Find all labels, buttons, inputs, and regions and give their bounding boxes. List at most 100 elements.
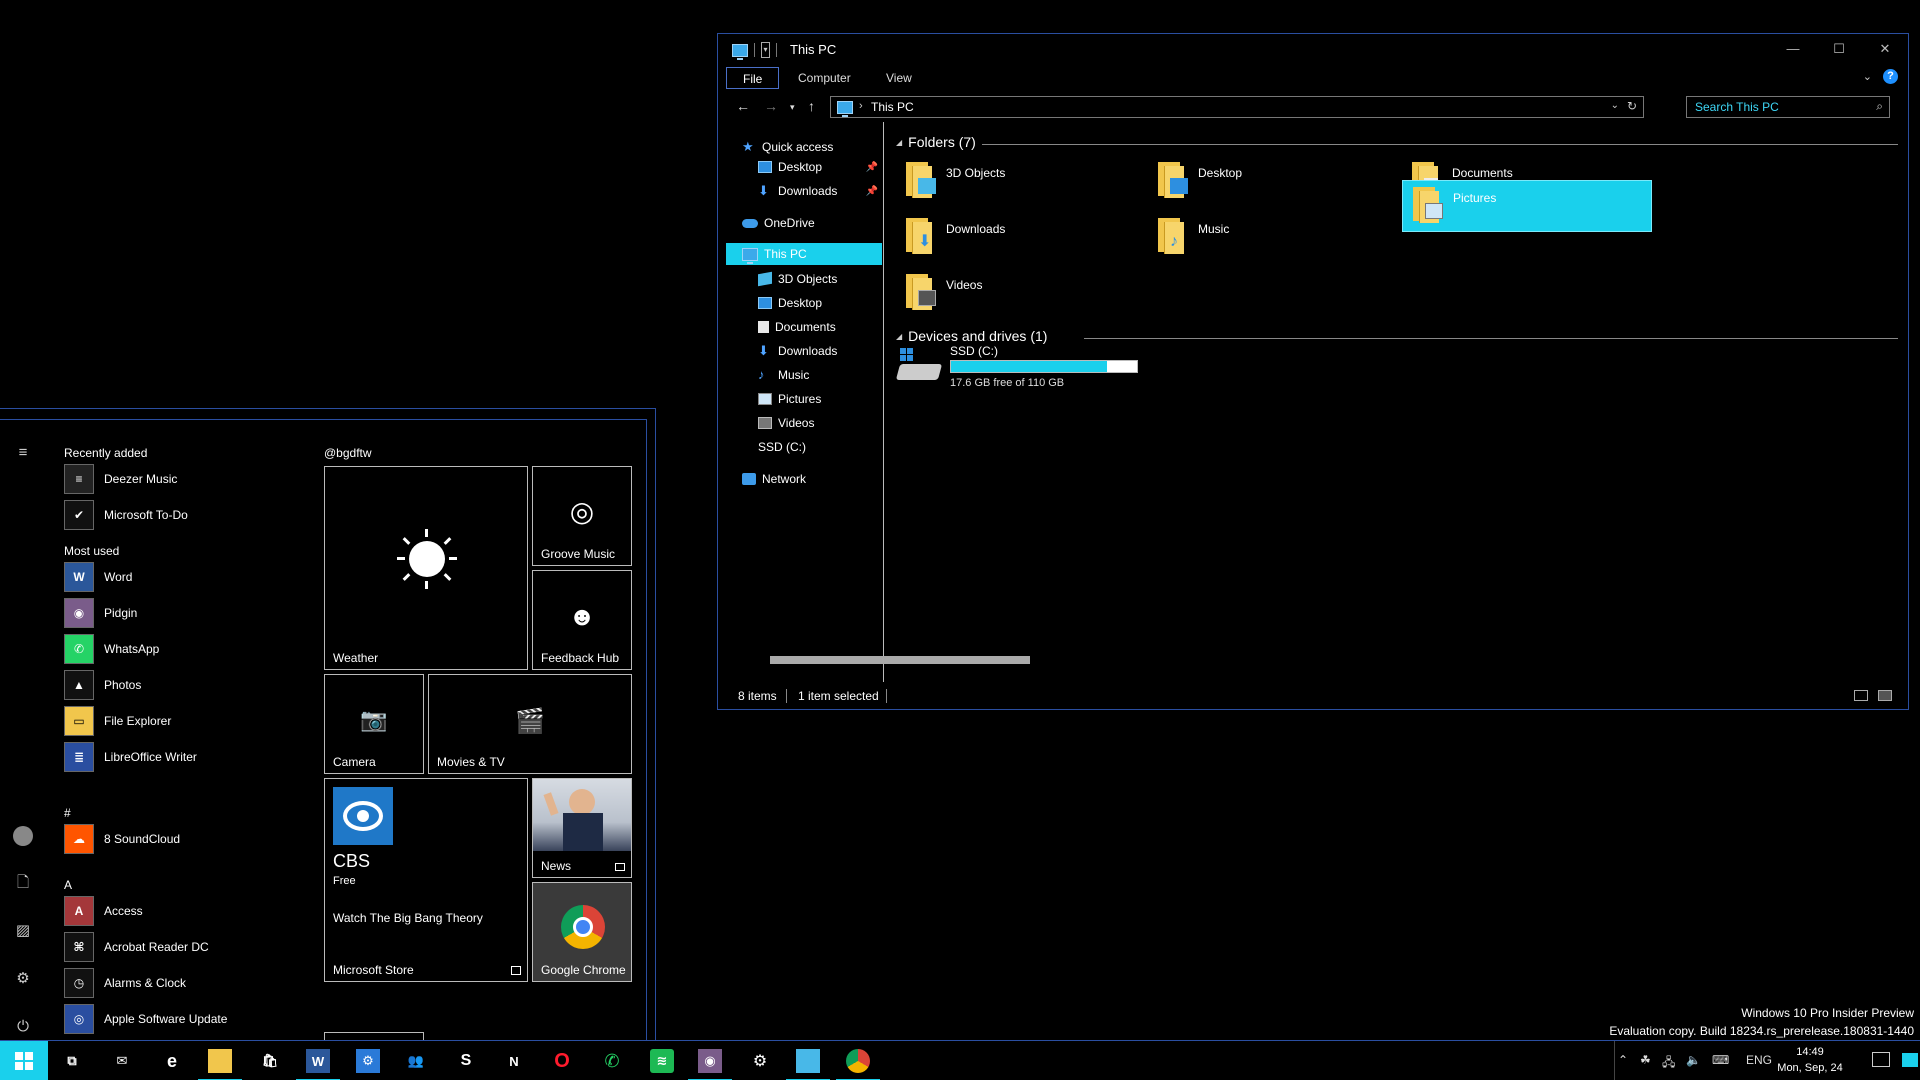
opera-icon[interactable]: O xyxy=(550,1049,574,1073)
sidebar-item-downloads[interactable]: ⬇ Downloads xyxy=(758,340,837,362)
tab-file[interactable]: File xyxy=(726,67,780,89)
sidebar-item-pictures[interactable]: Pictures xyxy=(758,388,821,410)
sidebar-item-desktop-pinned[interactable]: Desktop 📌 xyxy=(758,156,882,178)
chevron-up-icon[interactable]: ⌃ xyxy=(1618,1053,1628,1067)
large-icons-view-icon[interactable] xyxy=(1878,690,1892,701)
tile-google-chrome[interactable]: Google Chrome xyxy=(532,882,632,982)
task-view-icon[interactable]: ⧉ xyxy=(60,1049,84,1073)
drive-ssd-c[interactable]: SSD (C:) 17.6 GB free of 110 GB xyxy=(895,342,1158,392)
search-input[interactable]: Search This PC ⌕ xyxy=(1686,96,1890,118)
whatsapp-taskbar-icon[interactable]: ✆ xyxy=(600,1049,624,1073)
app-file-explorer[interactable]: ▭ File Explorer xyxy=(64,706,171,736)
chevron-down-icon[interactable]: ⌄ xyxy=(1611,100,1619,111)
power-icon[interactable]: ⏻ xyxy=(14,1018,32,1036)
sidebar-item-network[interactable]: Network xyxy=(742,468,806,490)
app-photos[interactable]: ▲ Photos xyxy=(64,670,141,700)
tile-microsoft-store[interactable]: CBS Free Watch The Big Bang Theory Micro… xyxy=(324,778,528,982)
folders-group-header[interactable]: ◢ Folders (7) xyxy=(896,134,976,150)
pictures-icon[interactable]: ▨ xyxy=(14,922,32,940)
action-center-icon[interactable] xyxy=(1872,1052,1890,1067)
app-pidgin[interactable]: ◉ Pidgin xyxy=(64,598,137,628)
tab-view[interactable]: View xyxy=(870,67,928,89)
tile-camera[interactable]: 📷 Camera xyxy=(324,674,424,774)
folder-music[interactable]: ♪ Music xyxy=(1148,212,1398,264)
folder-pictures[interactable]: Pictures xyxy=(1402,180,1652,232)
app-apple-software-update[interactable]: ◎ Apple Software Update xyxy=(64,1004,227,1034)
hamburger-menu-icon[interactable]: ≡ xyxy=(14,444,32,462)
chevron-right-icon[interactable]: › xyxy=(859,100,863,112)
file-explorer-taskbar-icon[interactable] xyxy=(198,1049,242,1080)
hash-header[interactable]: # xyxy=(64,806,71,820)
clock[interactable]: 14:49 Mon, Sep, 24 xyxy=(1770,1044,1850,1076)
folder-desktop[interactable]: Desktop xyxy=(1148,156,1398,208)
app-deezer[interactable]: ≡ Deezer Music xyxy=(64,464,177,494)
tile-movies-tv[interactable]: 🎬 Movies & TV xyxy=(428,674,632,774)
show-desktop-button[interactable] xyxy=(1902,1041,1920,1080)
volume-icon[interactable]: 🔈 xyxy=(1686,1053,1701,1067)
sidebar-item-onedrive[interactable]: OneDrive xyxy=(742,212,815,234)
settings-gear-icon[interactable]: ⚙ xyxy=(14,970,32,988)
skype-icon[interactable]: S xyxy=(454,1049,478,1073)
customize-toolbar-button[interactable]: ▾ xyxy=(761,42,770,58)
address-path[interactable]: This PC xyxy=(871,100,914,114)
start-button[interactable] xyxy=(0,1041,48,1080)
folder-3d-objects[interactable]: 3D Objects xyxy=(896,156,1146,208)
app-libreoffice-writer[interactable]: ≣ LibreOffice Writer xyxy=(64,742,197,772)
app-microsoft-todo[interactable]: ✔ Microsoft To-Do xyxy=(64,500,188,530)
sidebar-item-3d-objects[interactable]: 3D Objects xyxy=(758,268,837,290)
tile-feedback-hub[interactable]: ☻ Feedback Hub xyxy=(532,570,632,670)
collapse-triangle-icon[interactable]: ◢ xyxy=(896,332,902,341)
expand-ribbon-icon[interactable]: ⌄ xyxy=(1863,70,1872,83)
app-blue-icon[interactable]: ⚙ xyxy=(356,1049,380,1073)
tile-weather[interactable]: Weather xyxy=(324,466,528,670)
up-button[interactable]: ↑ xyxy=(808,98,815,114)
sidebar-item-videos[interactable]: Videos xyxy=(758,412,814,434)
app-acrobat-reader[interactable]: ⌘ Acrobat Reader DC xyxy=(64,932,209,962)
app-access[interactable]: A Access xyxy=(64,896,143,926)
folder-videos[interactable]: Videos xyxy=(896,268,1146,320)
close-button[interactable]: ✕ xyxy=(1862,38,1908,60)
avatar[interactable] xyxy=(13,826,33,846)
tile-news[interactable]: News xyxy=(532,778,632,878)
details-view-icon[interactable] xyxy=(1854,690,1868,701)
this-pc-taskbar-icon[interactable] xyxy=(786,1049,830,1080)
language-indicator[interactable]: ENG xyxy=(1746,1053,1772,1067)
sidebar-item-quick-access[interactable]: ★ Quick access xyxy=(742,136,833,158)
forward-button[interactable]: → xyxy=(764,98,778,114)
app-alarms-clock[interactable]: ◷ Alarms & Clock xyxy=(64,968,186,998)
collapse-triangle-icon[interactable]: ◢ xyxy=(896,138,902,147)
sidebar-item-desktop[interactable]: Desktop xyxy=(758,292,822,314)
edge-icon[interactable]: e xyxy=(160,1049,184,1073)
tile-groove-music[interactable]: ◎ Groove Music xyxy=(532,466,632,566)
tile-group-title[interactable]: @bgdftw xyxy=(324,446,372,460)
store-icon[interactable]: 🛍 xyxy=(258,1049,282,1073)
app-soundcloud[interactable]: ☁ 8 SoundCloud xyxy=(64,824,180,854)
word-taskbar-icon[interactable]: W xyxy=(296,1049,340,1080)
app-word[interactable]: W Word xyxy=(64,562,132,592)
help-icon[interactable]: ? xyxy=(1883,69,1898,84)
app-tray-icon[interactable]: ☘ xyxy=(1640,1053,1651,1067)
tab-computer[interactable]: Computer xyxy=(782,67,867,89)
documents-icon[interactable]: 🗋 xyxy=(14,874,32,892)
recent-locations-button[interactable]: ▾ xyxy=(790,102,795,113)
search-icon[interactable]: ⌕ xyxy=(1876,99,1883,114)
network-tray-icon[interactable]: 🖧 xyxy=(1662,1053,1675,1074)
sidebar-item-downloads-pinned[interactable]: ⬇ Downloads 📌 xyxy=(758,180,882,202)
maximize-button[interactable]: ☐ xyxy=(1816,38,1862,60)
chrome-taskbar-icon[interactable] xyxy=(836,1049,880,1080)
settings-taskbar-icon[interactable]: ⚙ xyxy=(748,1049,772,1073)
letter-a-header[interactable]: A xyxy=(64,878,72,892)
minimize-button[interactable]: — xyxy=(1770,38,1816,60)
back-button[interactable]: ← xyxy=(736,98,750,114)
spotify-icon[interactable]: ≋ xyxy=(650,1049,674,1073)
folder-downloads[interactable]: ⬇ Downloads xyxy=(896,212,1146,264)
pidgin-taskbar-icon[interactable]: ◉ xyxy=(688,1049,732,1080)
onenote-icon[interactable]: N xyxy=(502,1049,526,1073)
mail-icon[interactable]: ✉ xyxy=(110,1049,134,1073)
sidebar-item-music[interactable]: ♪ Music xyxy=(758,364,809,386)
people-icon[interactable]: 👥 xyxy=(404,1049,428,1073)
address-bar[interactable]: › This PC ⌄ ↻ xyxy=(830,96,1644,118)
title-bar[interactable]: ▾ This PC — ☐ ✕ xyxy=(718,34,1908,64)
keyboard-icon[interactable]: ⌨ xyxy=(1712,1053,1729,1067)
sidebar-item-documents[interactable]: Documents xyxy=(758,316,836,338)
